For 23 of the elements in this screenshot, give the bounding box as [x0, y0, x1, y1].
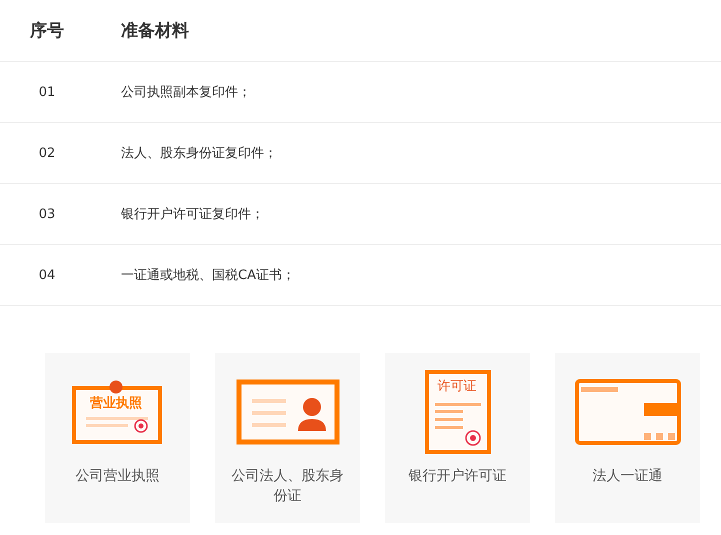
row-number: 01 [38, 84, 56, 100]
row-number: 03 [38, 206, 56, 222]
material-text: 银行开户许可证复印件； [121, 206, 264, 223]
icon-caption: 营业执照 [90, 396, 142, 411]
stamp-icon [464, 430, 480, 446]
seal-icon [109, 380, 122, 394]
card-label: 公司营业执照 [74, 467, 160, 486]
text-lines-icon [434, 403, 480, 429]
card-label: 公司法人、股东身份证 [230, 467, 344, 506]
card-label: 银行开户许可证 [408, 467, 508, 486]
row-number: 02 [38, 146, 56, 160]
column-header: 序号 [28, 20, 65, 42]
stamp-icon [134, 419, 148, 433]
material-text: 法人、股东身份证复印件； [121, 145, 277, 162]
row-number: 04 [38, 268, 56, 282]
text-lines-icon [86, 417, 148, 427]
material-text: 公司执照副本复印件； [121, 84, 251, 101]
card-icon [574, 379, 680, 445]
id-card-icon [236, 379, 340, 445]
column-header: 准备材料 [121, 20, 189, 42]
material-text: 一证通或地税、国税CA证书； [121, 267, 295, 284]
card-label: 法人一证通 [592, 467, 664, 486]
icon-caption: 许可证 [437, 379, 476, 394]
